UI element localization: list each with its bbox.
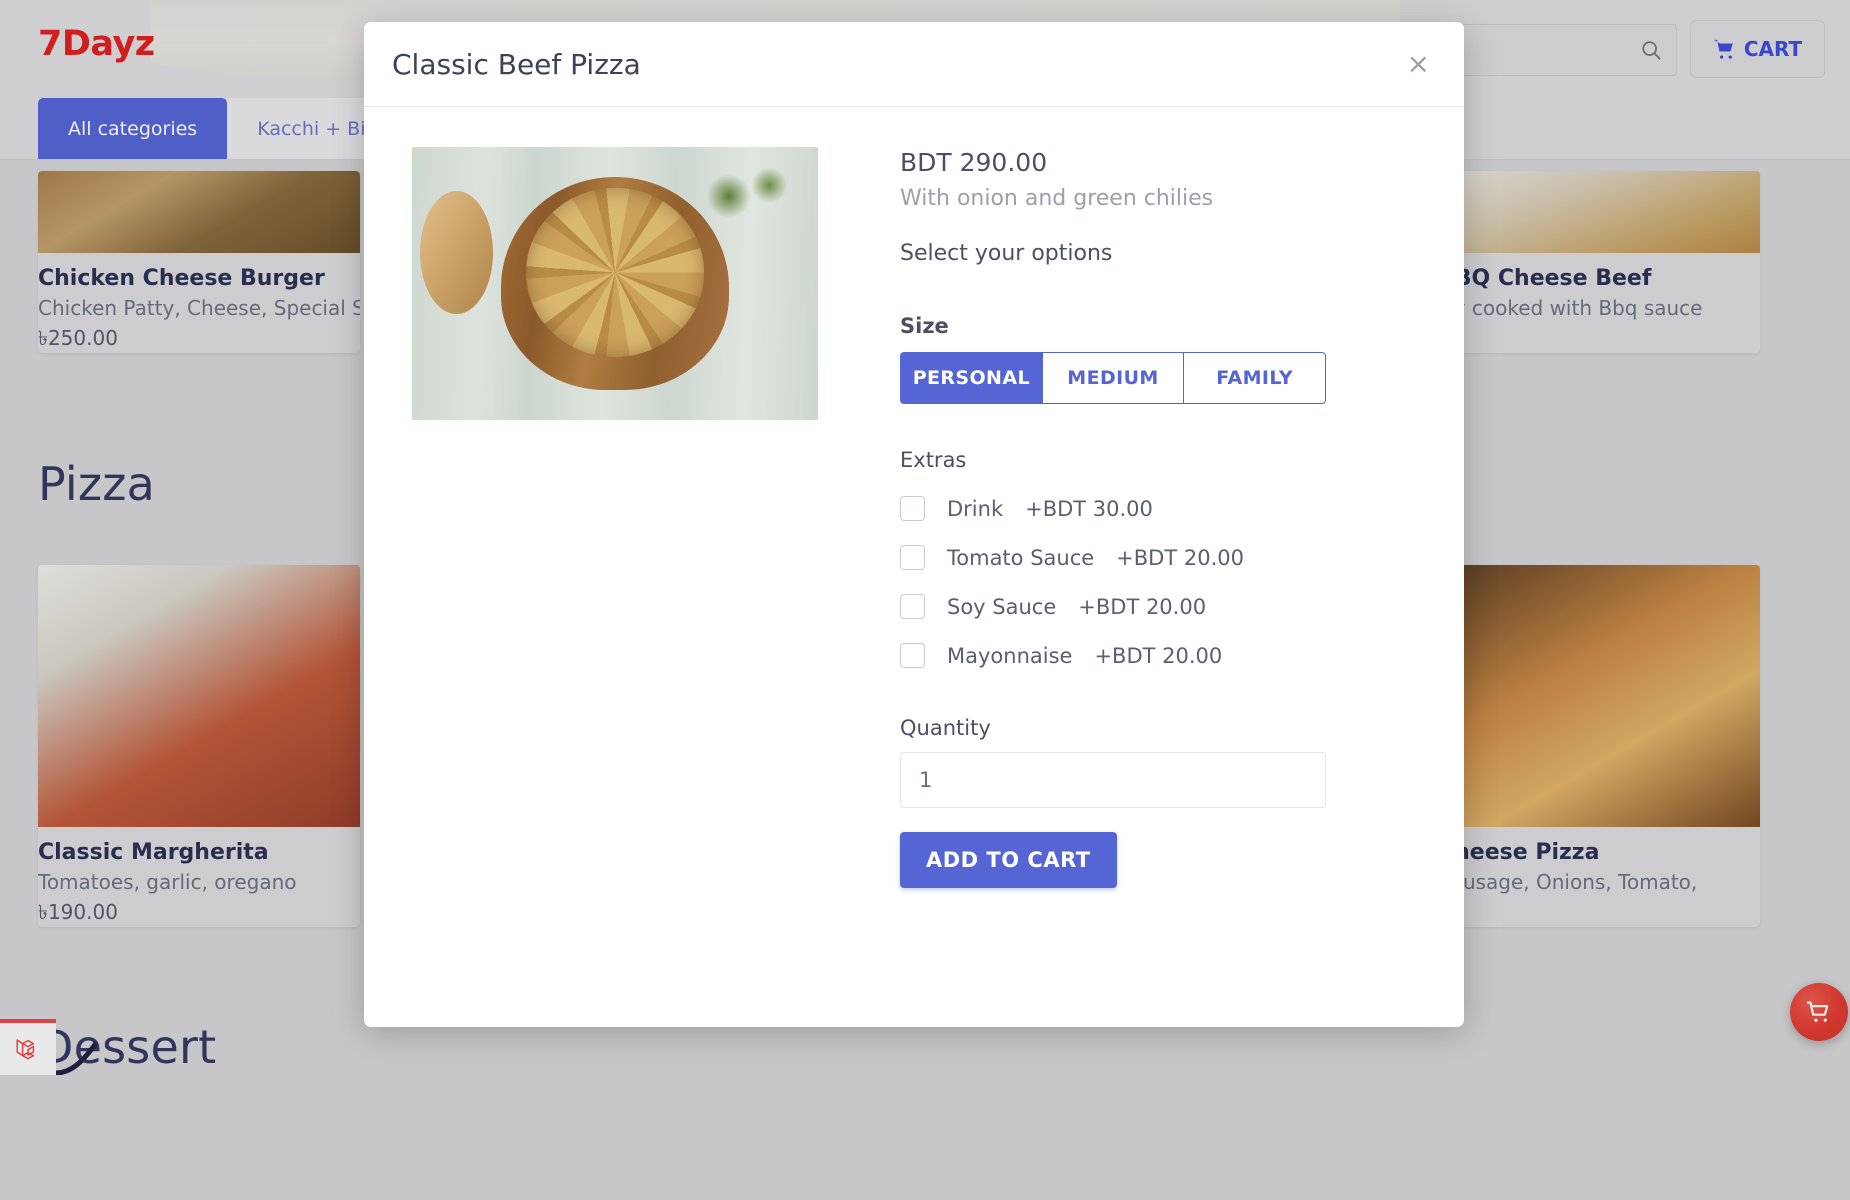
extra-checkbox-mayonnaise[interactable] [900,643,925,668]
product-image [412,147,818,420]
extra-name: Mayonnaise [947,644,1072,668]
size-option-personal[interactable]: PERSONAL [900,352,1042,404]
product-options-column: BDT 290.00 With onion and green chilies … [818,147,1416,888]
product-price: BDT 290.00 [900,147,1416,178]
pizza-decoration [526,188,705,357]
size-option-family[interactable]: FAMILY [1183,352,1326,404]
extra-option-mayonnaise[interactable]: Mayonnaise +BDT 20.00 [900,643,1416,668]
modal-title: Classic Beef Pizza [392,48,641,81]
extra-price: +BDT 20.00 [1078,595,1206,619]
extra-price: +BDT 20.00 [1094,644,1222,668]
extra-option-tomato-sauce[interactable]: Tomato Sauce +BDT 20.00 [900,545,1416,570]
select-options-label: Select your options [900,241,1416,266]
quantity-label: Quantity [900,716,1416,740]
extra-option-soy-sauce[interactable]: Soy Sauce +BDT 20.00 [900,594,1416,619]
add-to-cart-button[interactable]: ADD TO CART [900,832,1117,888]
extra-price: +BDT 20.00 [1116,546,1244,570]
close-icon[interactable]: × [1407,50,1430,78]
quantity-input[interactable] [900,752,1326,808]
size-option-label: PERSONAL [913,367,1030,389]
search-icon [1640,39,1662,61]
screen: 7Dayz CART All ca [0,0,1850,1200]
product-image-column [412,147,818,888]
extra-checkbox-drink[interactable] [900,496,925,521]
size-option-label: FAMILY [1216,367,1293,389]
product-description: With onion and green chilies [900,186,1416,211]
wooden-plate-decoration [420,191,493,314]
extra-name: Drink [947,497,1003,521]
extra-checkbox-tomato-sauce[interactable] [900,545,925,570]
extras-label: Extras [900,448,1416,472]
extra-option-drink[interactable]: Drink +BDT 30.00 [900,496,1416,521]
size-option-group: PERSONAL MEDIUM FAMILY [900,352,1326,404]
modal-header: Classic Beef Pizza × [364,22,1464,107]
product-detail-modal: Classic Beef Pizza × BDT 290.00 With oni… [364,22,1464,1027]
size-option-medium[interactable]: MEDIUM [1042,352,1184,404]
extra-name: Soy Sauce [947,595,1056,619]
modal-body: BDT 290.00 With onion and green chilies … [364,107,1464,936]
extra-name: Tomato Sauce [947,546,1094,570]
extra-checkbox-soy-sauce[interactable] [900,594,925,619]
size-label: Size [900,314,1416,338]
size-option-label: MEDIUM [1067,367,1158,389]
extra-price: +BDT 30.00 [1025,497,1153,521]
